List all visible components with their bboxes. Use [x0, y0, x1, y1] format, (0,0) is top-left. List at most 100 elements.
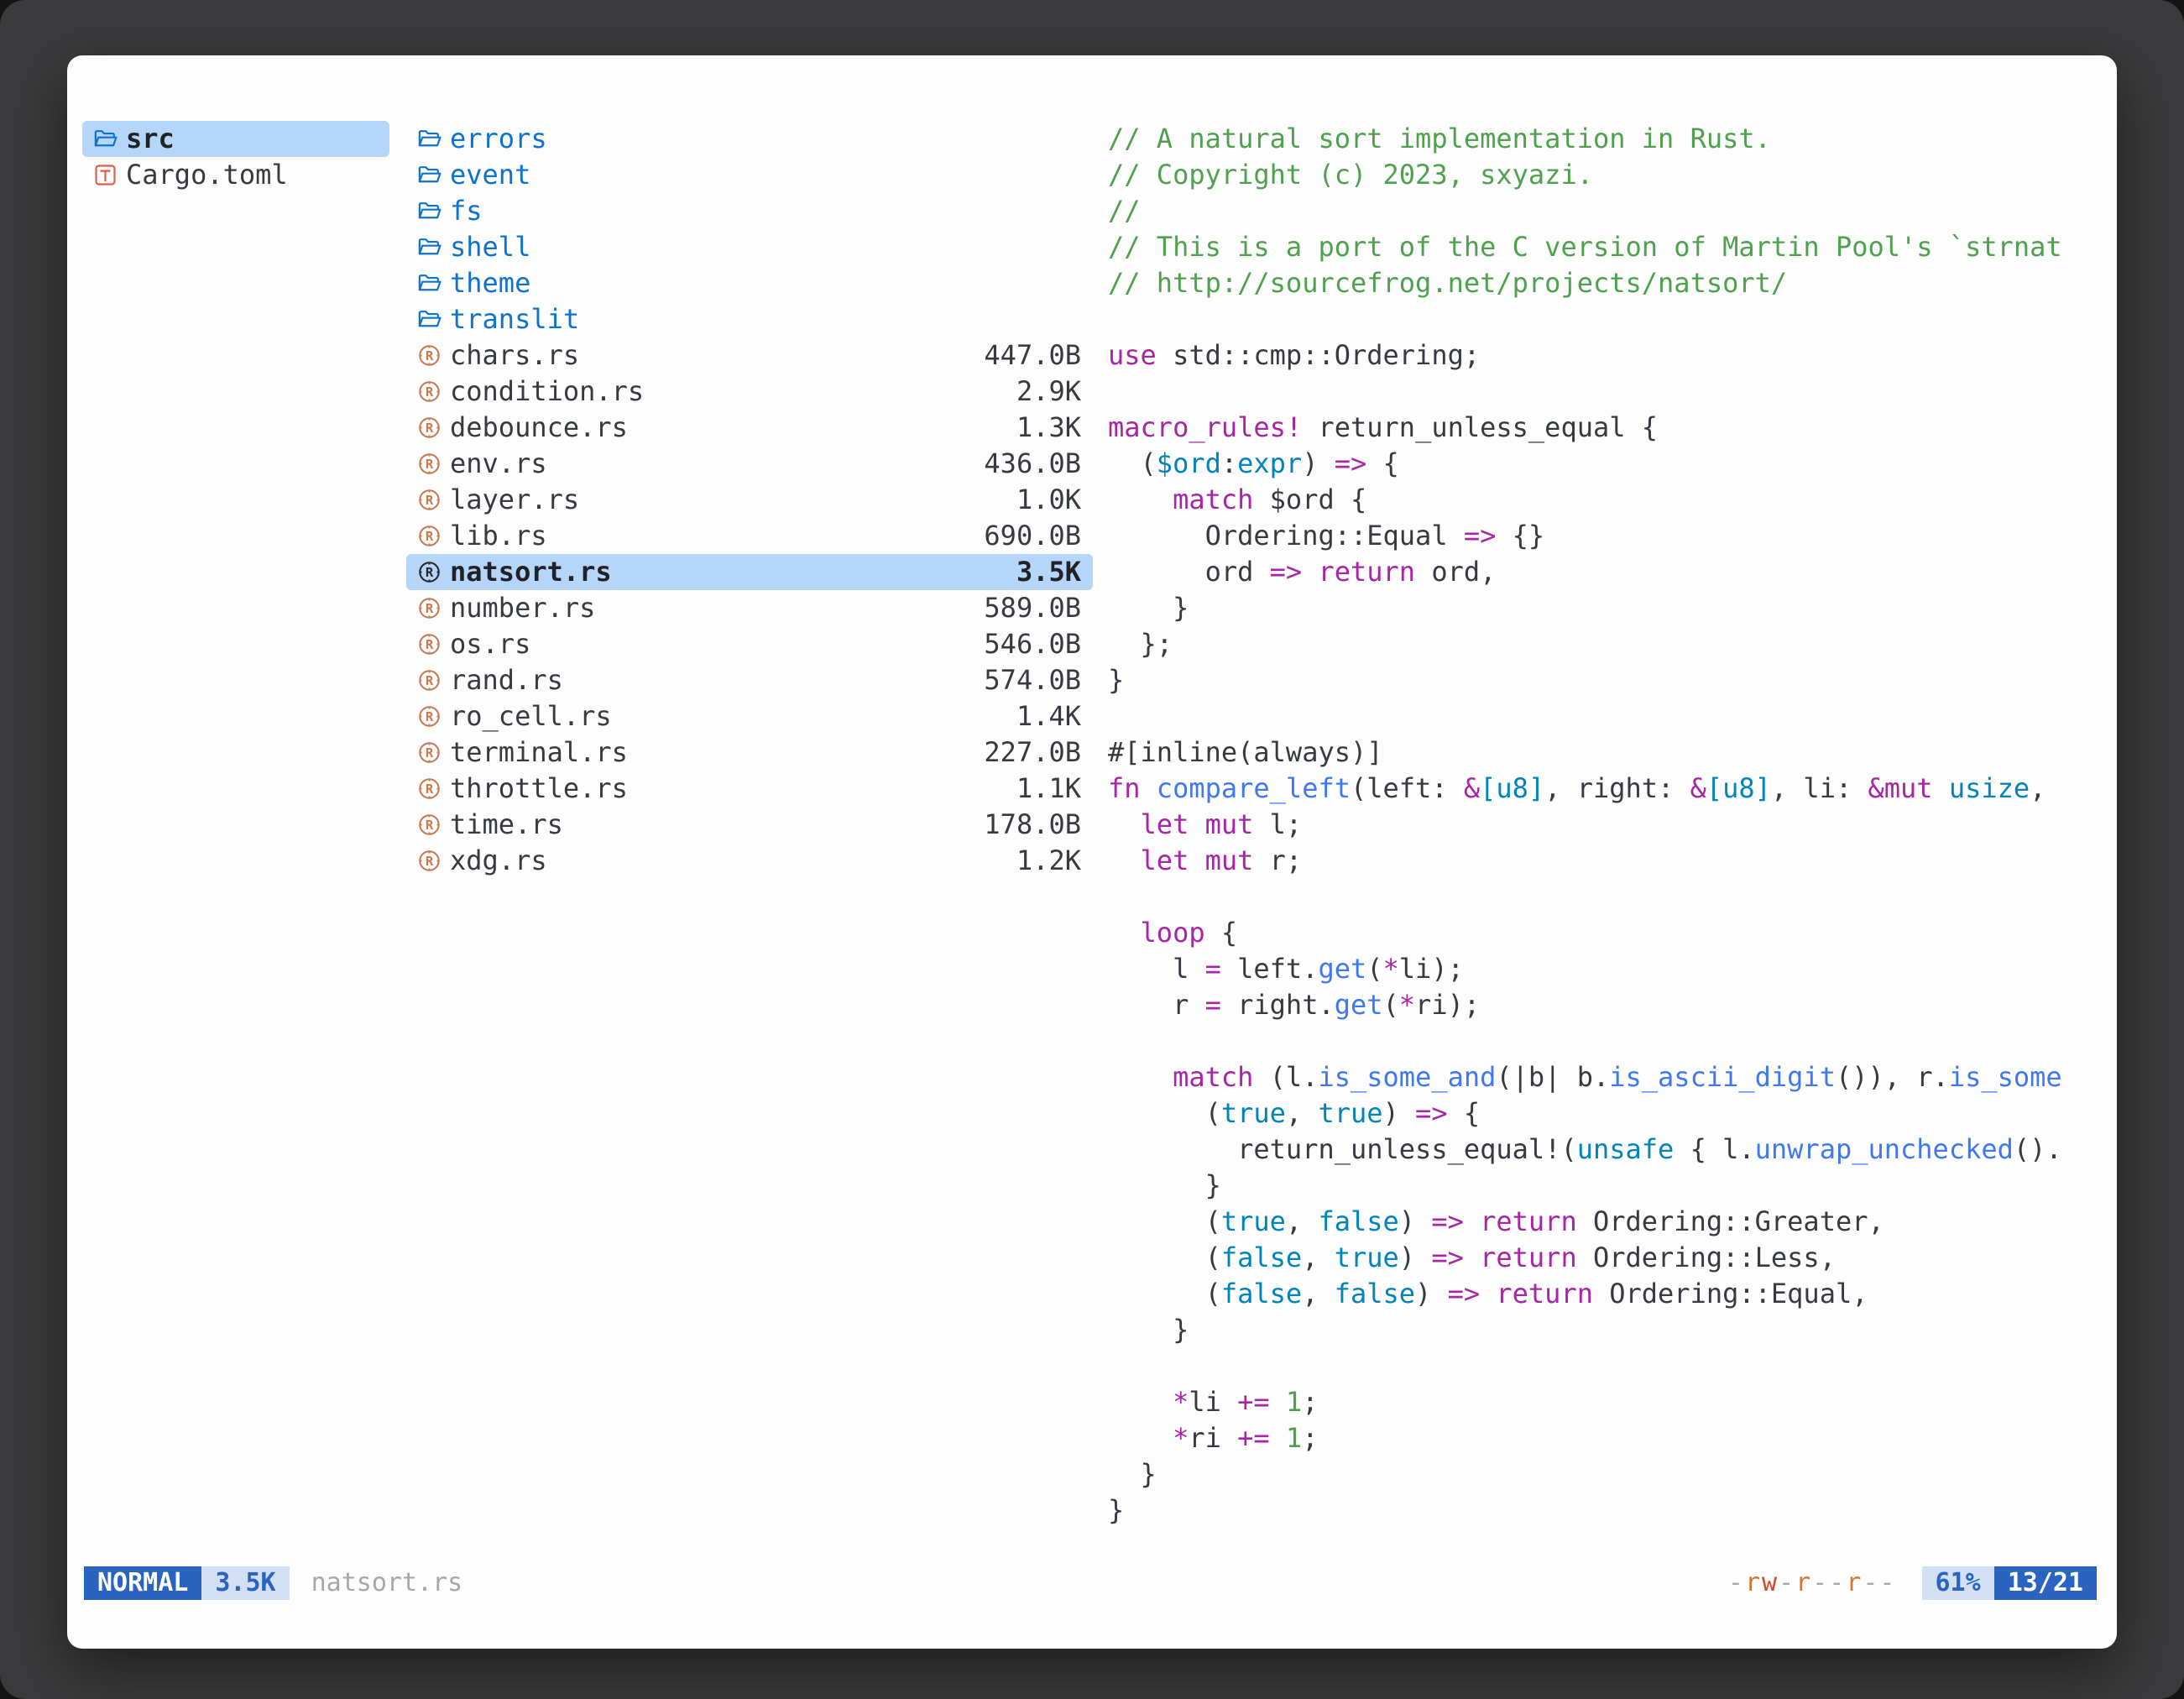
code-token: => — [1448, 1278, 1481, 1310]
code-token: fn — [1108, 772, 1141, 804]
file-name: time.rs — [450, 807, 974, 843]
file-row-lib-rs[interactable]: R lib.rs 690.0B — [406, 518, 1093, 554]
code-token: , — [2030, 772, 2046, 804]
file-row-xdg-rs[interactable]: R xdg.rs 1.2K — [406, 843, 1093, 879]
code-token: [u8] — [1706, 772, 1771, 804]
file-row-time-rs[interactable]: R time.rs 178.0B — [406, 807, 1093, 843]
file-row-translit[interactable]: translit — [406, 301, 1093, 337]
permission-char: r — [1846, 1568, 1863, 1597]
code-line: (true, true) => { — [1108, 1095, 2105, 1132]
code-token: ) — [1415, 1278, 1448, 1310]
file-row-ro-cell-rs[interactable]: R ro_cell.rs 1.4K — [406, 698, 1093, 734]
code-line: use std::cmp::Ordering; — [1108, 337, 2105, 374]
code-token: * — [1173, 1422, 1189, 1454]
code-line: } — [1108, 590, 2105, 626]
file-name: chars.rs — [450, 337, 974, 374]
code-token — [1464, 1205, 1480, 1237]
rust-icon: R — [416, 776, 442, 802]
code-token: #[inline(always)] — [1108, 736, 1383, 768]
code-line — [1108, 698, 2105, 734]
svg-text:R: R — [426, 637, 434, 652]
code-token: r; — [1253, 844, 1302, 876]
code-token: (l. — [1253, 1061, 1318, 1093]
code-line: }; — [1108, 626, 2105, 662]
code-line: r = right.get(*ri); — [1108, 987, 2105, 1023]
file-row-errors[interactable]: errors — [406, 121, 1093, 157]
file-row-layer-rs[interactable]: R layer.rs 1.0K — [406, 482, 1093, 518]
code-token: } — [1108, 1314, 1189, 1346]
rust-icon: R — [416, 342, 442, 369]
selected-file-name: natsort.rs — [311, 1566, 463, 1600]
code-token: { — [1448, 1097, 1481, 1129]
file-name: errors — [450, 121, 1071, 157]
svg-text:R: R — [426, 709, 434, 724]
svg-text:R: R — [426, 565, 434, 580]
code-token: li — [1189, 1386, 1237, 1418]
code-token — [1108, 1061, 1173, 1093]
file-row-event[interactable]: event — [406, 157, 1093, 193]
code-token: true — [1221, 1205, 1286, 1237]
code-line: } — [1108, 1312, 2105, 1348]
file-row-natsort-rs[interactable]: R natsort.rs 3.5K — [406, 554, 1093, 590]
file-size: 1.3K — [1016, 410, 1081, 446]
code-token: & — [1690, 772, 1706, 804]
file-row-fs[interactable]: fs — [406, 193, 1093, 229]
file-preview-panel[interactable]: // A natural sort implementation in Rust… — [1108, 121, 2105, 1556]
code-token: let mut — [1141, 844, 1254, 876]
file-row-shell[interactable]: shell — [406, 229, 1093, 265]
file-size: 1.2K — [1016, 843, 1081, 879]
svg-text:R: R — [426, 818, 434, 833]
file-row-chars-rs[interactable]: R chars.rs 447.0B — [406, 337, 1093, 374]
code-token: , — [1286, 1205, 1319, 1237]
code-token: macro_rules! — [1108, 411, 1302, 443]
code-line: match $ord { — [1108, 482, 2105, 518]
code-token: * — [1173, 1386, 1189, 1418]
file-row-condition-rs[interactable]: R condition.rs 2.9K — [406, 374, 1093, 410]
code-token: Ordering::Equal, — [1593, 1278, 1868, 1310]
svg-text:R: R — [426, 384, 434, 400]
parent-directory-panel: src Cargo.toml — [82, 121, 389, 193]
code-token: = — [1205, 953, 1221, 985]
file-row-rand-rs[interactable]: R rand.rs 574.0B — [406, 662, 1093, 698]
file-row-theme[interactable]: theme — [406, 265, 1093, 301]
code-line: ($ord:expr) => { — [1108, 446, 2105, 482]
code-line — [1108, 374, 2105, 410]
file-name: os.rs — [450, 626, 974, 662]
file-name: rand.rs — [450, 662, 974, 698]
code-token: expr — [1237, 447, 1302, 479]
file-name: fs — [450, 193, 1071, 229]
file-row-terminal-rs[interactable]: R terminal.rs 227.0B — [406, 734, 1093, 771]
file-row-throttle-rs[interactable]: R throttle.rs 1.1K — [406, 771, 1093, 807]
code-token: is_some — [1949, 1061, 2062, 1093]
code-token: false — [1221, 1242, 1302, 1273]
file-row-debounce-rs[interactable]: R debounce.rs 1.3K — [406, 410, 1093, 446]
file-row-os-rs[interactable]: R os.rs 546.0B — [406, 626, 1093, 662]
code-token: => — [1270, 556, 1303, 588]
rust-icon: R — [416, 631, 442, 657]
code-line: *ri += 1; — [1108, 1420, 2105, 1456]
rust-icon: R — [416, 379, 442, 405]
svg-text:R: R — [426, 529, 434, 544]
rust-icon: R — [416, 415, 442, 441]
file-size: 546.0B — [984, 626, 1081, 662]
file-row-env-rs[interactable]: R env.rs 436.0B — [406, 446, 1093, 482]
code-token: } — [1108, 1458, 1157, 1490]
code-token: }; — [1108, 628, 1173, 660]
file-name: env.rs — [450, 446, 974, 482]
code-token: ri); — [1415, 989, 1480, 1021]
code-token — [1108, 917, 1141, 949]
code-token: { — [1205, 917, 1238, 949]
file-row-number-rs[interactable]: R number.rs 589.0B — [406, 590, 1093, 626]
file-row-src[interactable]: src — [82, 121, 389, 157]
file-size: 1.1K — [1016, 771, 1081, 807]
code-token — [1108, 484, 1173, 515]
toml-icon — [92, 162, 118, 188]
file-name: natsort.rs — [450, 554, 1006, 590]
code-token — [1933, 772, 1949, 804]
code-token: unsafe — [1577, 1133, 1675, 1165]
svg-text:R: R — [426, 673, 434, 688]
code-token: ; — [1302, 1386, 1318, 1418]
code-token: ( — [1366, 953, 1382, 985]
svg-text:R: R — [426, 745, 434, 761]
file-row-cargo-toml[interactable]: Cargo.toml — [82, 157, 389, 193]
